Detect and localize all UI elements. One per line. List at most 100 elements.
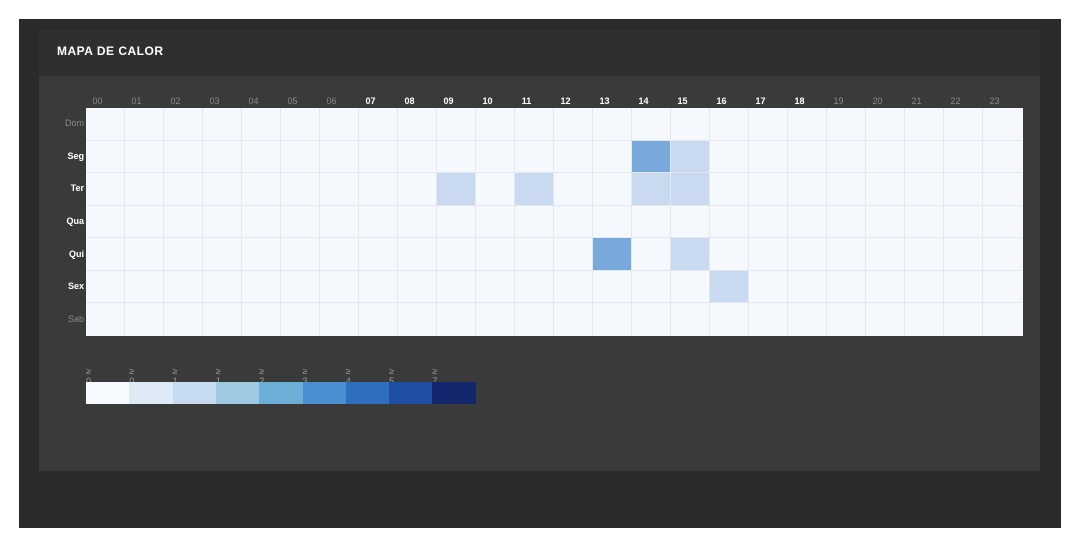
heatmap-cell	[359, 173, 398, 206]
hour-label: 21	[911, 96, 922, 106]
heatmap-cell	[905, 270, 944, 304]
heatmap-cell	[281, 205, 320, 239]
day-label: Dom	[64, 118, 84, 129]
heatmap-cell	[710, 205, 749, 239]
hour-label: 22	[950, 96, 961, 106]
day-label: Qua	[66, 216, 84, 226]
heatmap-cell	[164, 238, 203, 271]
heatmap-cell	[125, 205, 164, 239]
heatmap-cell	[788, 238, 827, 271]
heatmap-cell	[125, 140, 164, 174]
heatmap-cell	[515, 173, 554, 206]
heatmap-cell	[476, 205, 515, 239]
heatmap-cell	[632, 205, 671, 239]
legend-swatch	[259, 382, 303, 404]
panel-header	[39, 30, 1040, 76]
day-label: Ter	[70, 183, 84, 194]
day-label: Seg	[67, 150, 84, 161]
heatmap-cell	[125, 238, 164, 271]
heatmap-cell	[983, 238, 1022, 271]
heatmap-cell	[281, 140, 320, 174]
heatmap-cell	[164, 140, 203, 174]
heatmap-cell	[398, 108, 437, 141]
heatmap-cell	[476, 140, 515, 174]
heatmap-cell	[866, 173, 905, 206]
heatmap-cell	[554, 303, 593, 337]
heatmap-cell	[320, 108, 359, 141]
heatmap-cell	[671, 173, 710, 206]
heatmap-cell	[437, 270, 476, 304]
heatmap-cell	[86, 303, 125, 337]
heatmap-cell	[827, 205, 866, 239]
heatmap-cell	[593, 140, 632, 174]
heatmap-cell	[320, 140, 359, 174]
heatmap-cell	[125, 270, 164, 304]
heatmap-cell	[944, 108, 983, 141]
heatmap-cell	[437, 173, 476, 206]
heatmap-grid	[86, 108, 1023, 337]
heatmap-cell	[944, 270, 983, 304]
heatmap-cell	[749, 238, 788, 271]
heatmap-cell	[788, 173, 827, 206]
hour-label: 15	[677, 96, 688, 106]
heatmap-cell	[476, 173, 515, 206]
heatmap-cell	[788, 205, 827, 239]
heatmap-cell	[437, 205, 476, 239]
heatmap-cell	[749, 173, 788, 206]
heatmap-cell	[476, 270, 515, 304]
hour-label: 06	[326, 96, 337, 106]
legend-swatch	[129, 382, 174, 404]
heatmap-cell	[944, 238, 983, 271]
heatmap-cell	[905, 303, 944, 337]
heatmap-cell	[320, 303, 359, 337]
hour-label: 17	[755, 96, 766, 106]
day-label: Sab	[67, 313, 84, 324]
hour-label: 13	[599, 96, 610, 106]
heatmap-cell	[320, 173, 359, 206]
heatmap-cell	[749, 270, 788, 304]
heatmap-cell	[710, 238, 749, 271]
heatmap-cell	[203, 303, 242, 337]
heatmap-cell	[632, 303, 671, 337]
heatmap-cell	[86, 108, 125, 141]
heatmap-cell	[164, 270, 203, 304]
hour-label: 12	[560, 96, 571, 106]
heatmap-cell	[242, 140, 281, 174]
heatmap-cell	[398, 303, 437, 337]
heatmap-cell	[86, 205, 125, 239]
heatmap-cell	[554, 173, 593, 206]
heatmap-cell	[944, 205, 983, 239]
heatmap-cell	[905, 140, 944, 174]
legend-swatch	[389, 382, 433, 404]
hour-label: 05	[287, 96, 298, 106]
heatmap-cell	[164, 108, 203, 141]
heatmap-cell	[944, 303, 983, 337]
heatmap-cell	[437, 303, 476, 337]
hour-label: 01	[131, 96, 142, 106]
heatmap-cell	[593, 303, 632, 337]
heatmap-cell	[866, 140, 905, 174]
heatmap-cell	[866, 303, 905, 337]
heatmap-cell	[164, 173, 203, 206]
heatmap-cell	[866, 108, 905, 141]
heatmap-cell	[710, 173, 749, 206]
hour-label: 11	[521, 96, 532, 106]
heatmap-cell	[866, 205, 905, 239]
heatmap-cell	[983, 108, 1022, 141]
heatmap-cell	[203, 270, 242, 304]
heatmap-cell	[515, 140, 554, 174]
heatmap-cell	[827, 140, 866, 174]
heatmap-cell	[476, 108, 515, 141]
heatmap-cell	[554, 108, 593, 141]
heatmap-cell	[203, 108, 242, 141]
heatmap-cell	[281, 173, 320, 206]
heatmap-cell	[710, 270, 749, 304]
heatmap-cell	[749, 303, 788, 337]
heatmap-cell	[788, 303, 827, 337]
heatmap-cell	[710, 303, 749, 337]
heatmap-cell	[905, 108, 944, 141]
heatmap-cell	[359, 205, 398, 239]
heatmap-cell	[827, 270, 866, 304]
hour-label: 00	[92, 96, 103, 106]
heatmap-cell	[203, 140, 242, 174]
